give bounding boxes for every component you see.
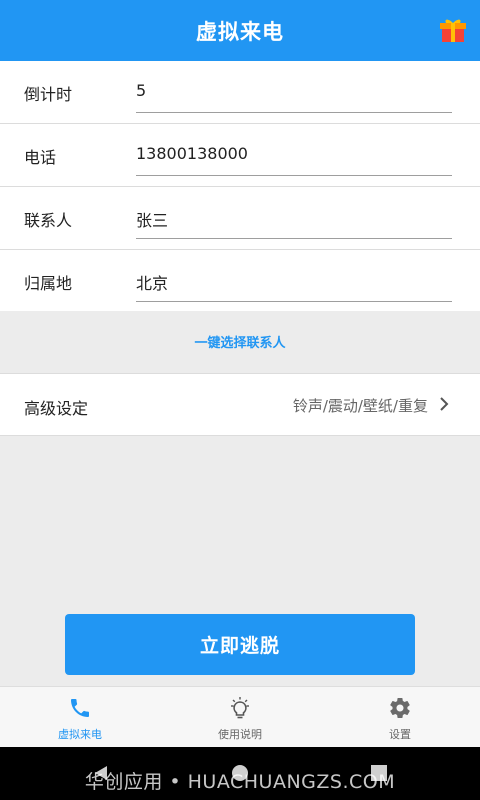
- app-header: 虚拟来电: [0, 0, 480, 61]
- phone-input[interactable]: 13800138000: [136, 144, 248, 163]
- call-form: 倒计时 5 电话 13800138000 联系人 张三 归属地 北京: [0, 61, 480, 313]
- tab-instructions[interactable]: 使用说明: [160, 687, 320, 748]
- escape-now-button[interactable]: 立即逃脱: [65, 614, 415, 675]
- contact-underline: [136, 238, 452, 239]
- countdown-row: 倒计时 5: [0, 61, 480, 124]
- lightbulb-icon: [231, 697, 249, 719]
- tab-settings[interactable]: 设置: [320, 687, 480, 748]
- advanced-settings-label: 高级设定: [24, 399, 89, 418]
- advanced-settings-row[interactable]: 高级设定 铃声/震动/壁纸/重复: [0, 374, 480, 436]
- countdown-label: 倒计时: [24, 85, 73, 104]
- page-title: 虚拟来电: [196, 19, 284, 44]
- location-row: 归属地 北京: [0, 250, 480, 313]
- chevron-right-icon: [440, 397, 449, 411]
- countdown-input[interactable]: 5: [136, 81, 146, 100]
- tab-instructions-label: 使用说明: [218, 728, 262, 741]
- gear-icon: [390, 698, 410, 719]
- contact-input[interactable]: 张三: [136, 207, 168, 231]
- phone-label: 电话: [24, 148, 57, 167]
- pick-contact-link[interactable]: 一键选择联系人: [0, 332, 480, 351]
- watermark: 华创应用 • HUACHUANGZS.COM: [84, 771, 396, 793]
- contact-label: 联系人: [24, 211, 73, 230]
- advanced-settings-summary: 铃声/震动/壁纸/重复: [292, 397, 428, 415]
- location-input[interactable]: 北京: [136, 270, 168, 294]
- phone-icon: [71, 699, 89, 717]
- gift-icon[interactable]: [440, 18, 466, 43]
- tab-fake-call-label: 虚拟来电: [58, 728, 102, 741]
- location-underline: [136, 301, 452, 302]
- phone-underline: [136, 175, 452, 176]
- phone-row: 电话 13800138000: [0, 124, 480, 187]
- location-label: 归属地: [24, 274, 73, 293]
- countdown-underline: [136, 112, 452, 113]
- tab-fake-call[interactable]: 虚拟来电: [0, 687, 160, 748]
- bottom-tab-bar: 虚拟来电 使用说明 设置: [0, 686, 480, 748]
- tab-settings-label: 设置: [389, 728, 411, 741]
- contact-row: 联系人 张三: [0, 187, 480, 250]
- pick-contact-area: 一键选择联系人: [0, 311, 480, 374]
